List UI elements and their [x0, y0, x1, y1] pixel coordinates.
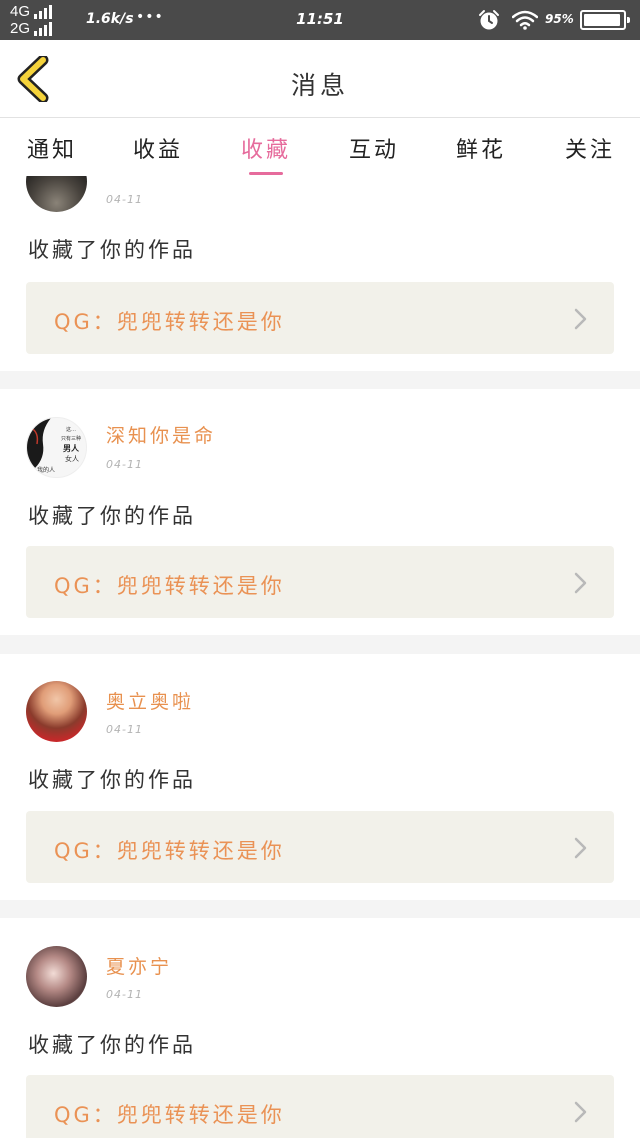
action-text: 收藏了你的作品	[28, 504, 196, 528]
avatar-caption-1: 这…	[66, 426, 76, 433]
work-link[interactable]: QG：兜兜转转还是你	[26, 282, 614, 354]
favorite-notification-card: 这… 只有三种 男人 女人 我的人 深知你是命 04-11 收藏了你的作品 QG…	[0, 389, 640, 635]
work-link[interactable]: QG：兜兜转转还是你	[26, 1075, 614, 1138]
status-bar: 4G 2G 1.6k/s ••• 11:51 95%	[0, 0, 640, 40]
tab-label: 通知	[26, 138, 77, 163]
action-text: 收藏了你的作品	[28, 768, 196, 792]
avatar-art-image: 这… 只有三种 男人 女人 我的人	[27, 418, 81, 474]
chevron-right-icon	[574, 1101, 587, 1123]
notification-date: 04-11	[106, 988, 143, 1001]
tab-label: 收益	[132, 138, 183, 163]
chevron-right-icon	[574, 308, 587, 330]
tab-earnings[interactable]: 收益	[118, 132, 198, 164]
action-text: 收藏了你的作品	[28, 1033, 196, 1057]
battery-icon	[580, 10, 630, 30]
user-avatar[interactable]	[26, 946, 87, 1007]
avatar-caption-3: 男人	[63, 443, 80, 453]
work-link[interactable]: QG：兜兜转转还是你	[26, 546, 614, 618]
favorite-notification-card: 夏亦宁 04-11 收藏了你的作品 QG：兜兜转转还是你	[0, 918, 640, 1138]
tab-label: 鲜花	[455, 138, 506, 163]
favorite-notification-card: 04-11 收藏了你的作品 QG：兜兜转转还是你	[0, 176, 640, 371]
tab-favorites[interactable]: 收藏	[226, 132, 306, 175]
tab-label: 关注	[564, 138, 615, 163]
action-text: 收藏了你的作品	[28, 238, 196, 262]
battery-level	[584, 14, 621, 26]
user-avatar[interactable]	[26, 176, 87, 212]
work-link[interactable]: QG：兜兜转转还是你	[26, 811, 614, 883]
username-link[interactable]: 夏亦宁	[106, 952, 172, 979]
tab-label: 收藏	[240, 138, 291, 163]
work-title: QG：兜兜转转还是你	[54, 1103, 285, 1127]
username-link[interactable]: 奥立奥啦	[106, 687, 194, 714]
tab-following[interactable]: 关注	[550, 132, 630, 164]
tab-notifications[interactable]: 通知	[12, 132, 92, 164]
chevron-right-icon	[574, 572, 587, 594]
tab-interactions[interactable]: 互动	[334, 132, 414, 164]
chevron-right-icon	[574, 837, 587, 859]
header: 消息	[0, 40, 640, 118]
tab-flowers[interactable]: 鲜花	[441, 132, 521, 164]
notification-date: 04-11	[106, 458, 143, 471]
page-title: 消息	[290, 71, 349, 100]
user-avatar[interactable]: 这… 只有三种 男人 女人 我的人	[26, 417, 87, 478]
notification-date: 04-11	[106, 193, 143, 206]
tab-bar: 通知 收益 收藏 互动 鲜花 关注	[0, 118, 640, 176]
avatar-caption-4: 女人	[65, 454, 79, 463]
tab-label: 互动	[348, 138, 399, 163]
user-avatar[interactable]	[26, 681, 87, 742]
favorites-feed[interactable]: 04-11 收藏了你的作品 QG：兜兜转转还是你 这… 只有三种 男人 女人 我…	[0, 176, 640, 1138]
work-title: QG：兜兜转转还是你	[54, 574, 285, 598]
alarm-icon	[479, 10, 499, 30]
wifi-icon	[512, 10, 538, 30]
favorite-notification-card: 奥立奥啦 04-11 收藏了你的作品 QG：兜兜转转还是你	[0, 654, 640, 900]
work-title: QG：兜兜转转还是你	[54, 310, 285, 334]
username-link[interactable]: 深知你是命	[106, 421, 216, 448]
notification-date: 04-11	[106, 723, 143, 736]
avatar-caption-5: 我的人	[37, 466, 55, 474]
status-time: 11:51	[296, 10, 344, 28]
battery-percent: 95%	[545, 12, 574, 26]
avatar-caption-2: 只有三种	[61, 435, 81, 442]
work-title: QG：兜兜转转还是你	[54, 839, 285, 863]
active-tab-indicator	[249, 172, 283, 175]
